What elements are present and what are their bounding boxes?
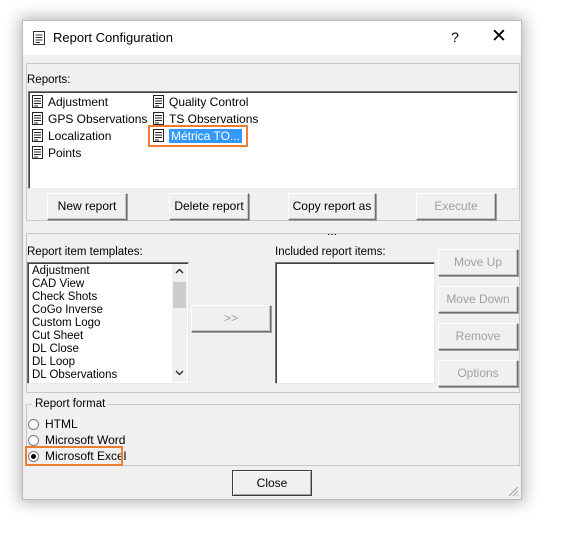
- template-item[interactable]: Check Shots: [32, 291, 97, 304]
- radio-unchecked-icon[interactable]: [28, 419, 39, 430]
- format-option-label: Microsoft Word: [45, 433, 126, 447]
- close-button[interactable]: Close: [232, 470, 312, 496]
- template-item[interactable]: CoGo Inverse: [32, 304, 103, 317]
- report-icon: [32, 129, 43, 146]
- close-icon[interactable]: ✕: [487, 26, 511, 48]
- templates-scroll-thumb[interactable]: [173, 282, 186, 308]
- report-item-points[interactable]: Points: [32, 145, 81, 161]
- reports-list[interactable]: Adjustment GPS Observations Localization…: [28, 91, 518, 189]
- report-item-label: Adjustment: [48, 95, 109, 109]
- included-report-items-label: Included report items:: [275, 246, 386, 258]
- execute-button[interactable]: Execute: [416, 193, 496, 220]
- move-up-button[interactable]: Move Up: [438, 249, 518, 276]
- report-document-icon: [33, 31, 45, 45]
- format-option-label: HTML: [45, 417, 78, 431]
- report-icon: [32, 146, 43, 163]
- remove-button[interactable]: Remove: [438, 323, 518, 350]
- report-item-label: Points: [48, 146, 82, 160]
- template-item[interactable]: DL Loop: [32, 356, 75, 369]
- move-down-button[interactable]: Move Down: [438, 286, 518, 313]
- report-item-label: Quality Control: [169, 95, 249, 109]
- template-item[interactable]: CAD View: [32, 278, 84, 291]
- report-icon: [32, 95, 43, 112]
- scroll-up-icon[interactable]: [172, 264, 187, 279]
- included-report-items-list[interactable]: [275, 262, 435, 384]
- report-item-templates-list[interactable]: Adjustment CAD View Check Shots CoGo Inv…: [27, 262, 189, 384]
- template-item[interactable]: Custom Logo: [32, 317, 100, 330]
- report-item-localization[interactable]: Localization: [32, 128, 111, 144]
- resize-grip-icon[interactable]: [507, 485, 519, 497]
- new-report-button[interactable]: New report: [47, 193, 127, 220]
- report-icon: [153, 95, 164, 112]
- template-item[interactable]: DL Observations: [32, 369, 117, 382]
- add-item-button[interactable]: >>: [191, 305, 271, 332]
- report-icon: [32, 112, 43, 129]
- scroll-down-icon[interactable]: [172, 366, 187, 381]
- format-option-html[interactable]: HTML: [28, 417, 78, 432]
- templates-scrollbar[interactable]: [172, 264, 187, 382]
- report-item-gps-observations[interactable]: GPS Observations: [32, 111, 147, 127]
- report-item-label: Localization: [48, 129, 112, 143]
- delete-report-button[interactable]: Delete report: [169, 193, 249, 220]
- radio-unchecked-icon[interactable]: [28, 435, 39, 446]
- selected-report-highlight: [148, 125, 248, 147]
- template-item[interactable]: Adjustment: [32, 265, 90, 278]
- report-item-templates-label: Report item templates:: [27, 246, 143, 258]
- template-item[interactable]: Cut Sheet: [32, 330, 83, 343]
- report-item-quality-control[interactable]: Quality Control: [153, 94, 248, 110]
- options-button[interactable]: Options: [438, 360, 518, 387]
- report-item-adjustment[interactable]: Adjustment: [32, 94, 108, 110]
- report-format-label: Report format: [32, 398, 109, 410]
- help-button[interactable]: ?: [445, 27, 465, 47]
- report-item-label: TS Observations: [169, 112, 259, 126]
- report-configuration-dialog: Report Configuration ? ✕ Reports: Adjust…: [22, 20, 522, 500]
- title-bar[interactable]: Report Configuration ? ✕: [23, 21, 521, 55]
- dialog-title: Report Configuration: [53, 30, 173, 45]
- reports-label: Reports:: [27, 74, 71, 86]
- report-item-label: GPS Observations: [48, 112, 148, 126]
- excel-option-highlight: [25, 446, 123, 466]
- template-item[interactable]: DL Close: [32, 343, 79, 356]
- copy-report-button[interactable]: Copy report as ...: [288, 193, 376, 238]
